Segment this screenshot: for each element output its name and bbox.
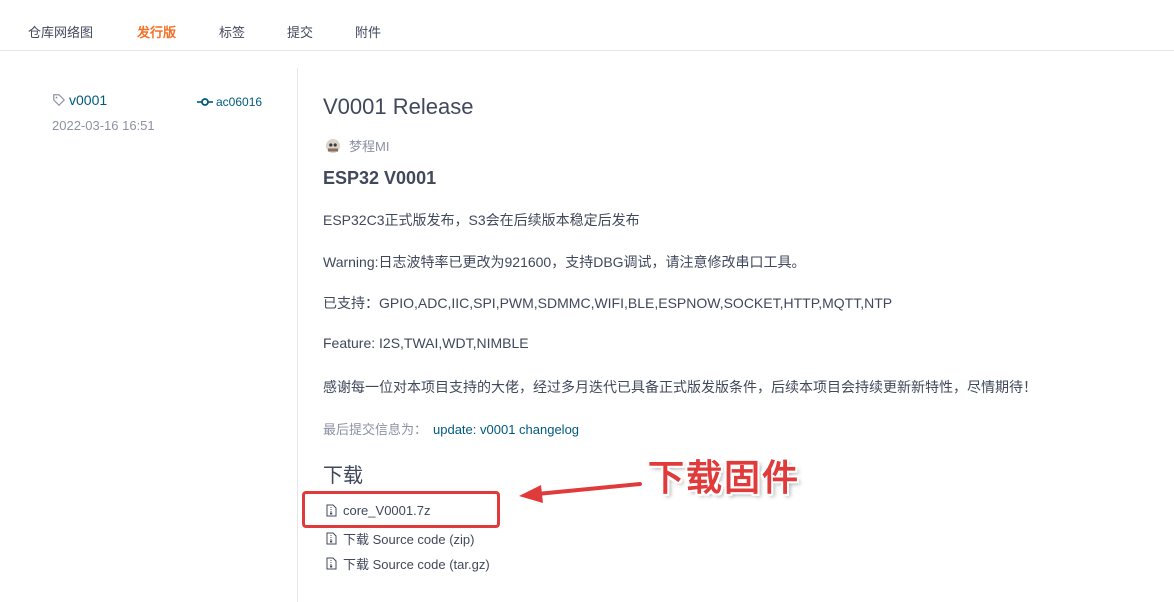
- avatar: [326, 138, 340, 153]
- release-heading: ESP32 V0001: [323, 168, 437, 188]
- author-name: 梦程MI: [349, 139, 390, 154]
- annotation-highlight-box: [302, 491, 500, 528]
- release-paragraph: 已支持：GPIO,ADC,IIC,SPI,PWM,SDMMC,WIFI,BLE,…: [323, 295, 893, 311]
- release-author[interactable]: 梦程MI: [325, 136, 389, 155]
- release-paragraph: ESP32C3正式版发布，S3会在后续版本稳定后发布: [323, 212, 640, 228]
- release-commit-link[interactable]: ac06016: [197, 95, 262, 109]
- column-divider: [297, 68, 298, 602]
- release-title: V0001 Release: [323, 94, 474, 119]
- release-commit-hash: ac06016: [216, 95, 263, 109]
- asset-label: 下载 Source code (zip): [343, 532, 475, 547]
- release-paragraph: Warning:日志波特率已更改为921600，支持DBG调试，请注意修改串口工…: [323, 254, 806, 270]
- tab-tags[interactable]: 标签: [219, 22, 245, 41]
- annotation-label: 下载固件: [648, 458, 801, 499]
- last-commit-info: 最后提交信息为： update: v0001 changelog: [323, 419, 579, 438]
- release-tag-link[interactable]: v0001: [52, 92, 107, 108]
- last-commit-link[interactable]: update: v0001 changelog: [433, 422, 579, 437]
- tag-icon: [53, 94, 65, 106]
- asset-source-zip-link[interactable]: 下载 Source code (zip): [326, 529, 475, 548]
- repo-tab-bar: 仓库网络图 发行版 标签 提交 附件: [0, 0, 1174, 51]
- file-zip-icon: [326, 557, 337, 570]
- last-commit-label: 最后提交信息为：: [323, 422, 428, 437]
- tab-attachments[interactable]: 附件: [355, 22, 381, 41]
- commit-icon: [197, 98, 213, 106]
- release-paragraph: 感谢每一位对本项目支持的大佬，经过多月迭代已具备正式版发版条件，后续本项目会持续…: [323, 379, 1037, 395]
- tab-commits[interactable]: 提交: [287, 22, 313, 41]
- file-zip-icon: [326, 532, 337, 545]
- release-date: 2022-03-16 16:51: [52, 118, 155, 133]
- asset-source-targz-link[interactable]: 下载 Source code (tar.gz): [326, 554, 490, 573]
- downloads-title: 下载: [323, 465, 363, 487]
- release-tag-label: v0001: [69, 92, 108, 108]
- asset-label: 下载 Source code (tar.gz): [343, 557, 490, 572]
- tab-releases[interactable]: 发行版: [137, 22, 176, 41]
- annotation-arrow-icon: [519, 482, 642, 503]
- release-paragraph: Feature: I2S,TWAI,WDT,NIMBLE: [323, 335, 529, 351]
- tab-network-graph[interactable]: 仓库网络图: [28, 22, 93, 41]
